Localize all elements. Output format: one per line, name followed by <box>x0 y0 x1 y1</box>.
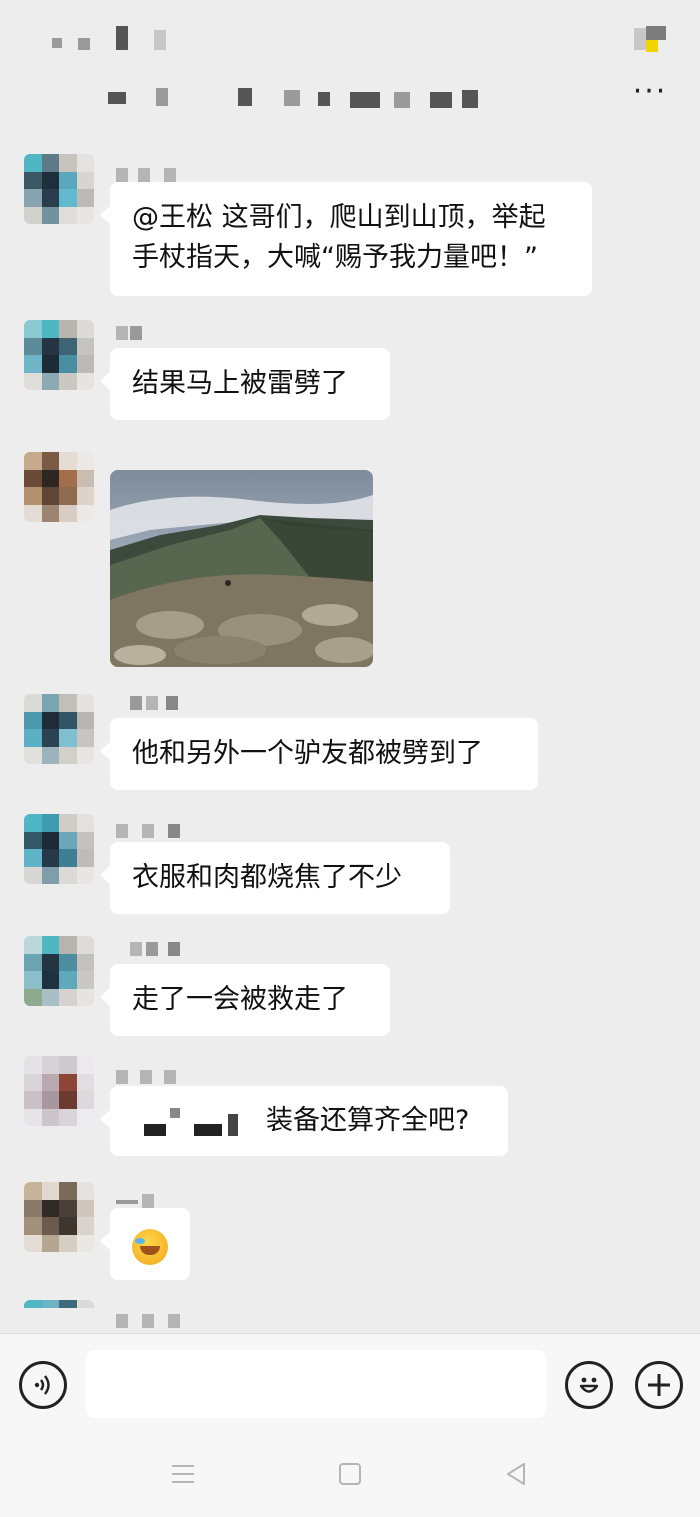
message-text: 装备还算齐全吧? <box>266 1105 470 1136</box>
plus-icon <box>648 1374 670 1396</box>
message-input-bar <box>0 1333 700 1439</box>
message-bubble[interactable]: 他和另外一个驴友都被劈到了 <box>100 718 538 790</box>
title-pixel <box>394 92 410 108</box>
message-text-field[interactable] <box>86 1350 546 1418</box>
battery-icon-top <box>646 26 666 40</box>
chat-title-bar <box>0 70 700 132</box>
message-bubble[interactable] <box>100 1208 190 1280</box>
avatar[interactable] <box>24 154 94 224</box>
home-square-icon[interactable] <box>338 1462 362 1486</box>
menu-icon[interactable] <box>170 1462 196 1486</box>
avatar[interactable] <box>24 814 94 884</box>
sender-name <box>116 168 182 182</box>
smiley-icon <box>579 1377 599 1393</box>
sender-name <box>116 824 182 838</box>
title-pixel <box>318 92 330 106</box>
avatar[interactable] <box>24 1056 94 1126</box>
status-bar <box>0 0 700 70</box>
mention-pixel <box>194 1124 222 1136</box>
title-pixel <box>350 92 380 108</box>
sender-name <box>116 1194 182 1208</box>
status-pixel <box>52 38 62 48</box>
avatar[interactable] <box>24 1300 94 1333</box>
emoji-button[interactable] <box>565 1361 613 1409</box>
message-bubble[interactable]: 结果马上被雷劈了 <box>100 348 390 420</box>
sender-name <box>116 696 182 710</box>
title-pixel <box>284 90 300 106</box>
avatar[interactable] <box>24 1182 94 1252</box>
system-navigation-bar <box>0 1438 700 1517</box>
message-text: 他和另外一个驴友都被劈到了 <box>132 738 483 769</box>
message-text: 衣服和肉都烧焦了不少 <box>132 862 402 893</box>
title-pixel <box>238 88 252 106</box>
status-pixel <box>154 30 166 50</box>
mountain-photo[interactable] <box>110 470 373 667</box>
crying-laughing-emoji-icon <box>132 1228 168 1265</box>
sender-name <box>116 1070 182 1084</box>
mention-pixel <box>144 1124 166 1136</box>
title-pixel <box>156 88 168 106</box>
avatar[interactable] <box>24 936 94 1006</box>
battery-icon <box>634 28 646 50</box>
title-pixel <box>430 92 452 108</box>
title-pixel <box>462 90 478 108</box>
mention-pixel <box>228 1114 238 1136</box>
voice-icon <box>34 1375 50 1395</box>
avatar[interactable] <box>24 320 94 390</box>
back-triangle-icon[interactable] <box>504 1462 528 1486</box>
more-functions-button[interactable] <box>635 1361 683 1409</box>
avatar[interactable] <box>24 694 94 764</box>
more-options-button[interactable]: ··· <box>630 77 670 112</box>
message-text: 手杖指天，大喊“赐予我力量吧！” <box>132 242 538 273</box>
message-text: @王松 这哥们，爬山到山顶，举起 <box>132 202 546 233</box>
message-bubble[interactable]: 走了一会被救走了 <box>100 964 390 1036</box>
message-bubble[interactable]: @王松 这哥们，爬山到山顶，举起 手杖指天，大喊“赐予我力量吧！” <box>100 182 592 296</box>
sender-name <box>116 942 182 956</box>
message-bubble[interactable]: 衣服和肉都烧焦了不少 <box>100 842 450 914</box>
message-text: 结果马上被雷劈了 <box>132 368 348 399</box>
mention-pixel <box>170 1108 180 1118</box>
voice-input-button[interactable] <box>19 1361 67 1409</box>
avatar[interactable] <box>24 452 94 522</box>
status-pixel <box>116 26 128 50</box>
sender-name <box>116 326 182 340</box>
status-pixel <box>78 38 90 50</box>
sender-name <box>116 1314 182 1328</box>
message-text: 走了一会被救走了 <box>132 984 348 1015</box>
battery-level <box>646 40 658 52</box>
title-pixel <box>108 92 126 104</box>
message-bubble[interactable]: 装备还算齐全吧? <box>100 1086 508 1156</box>
